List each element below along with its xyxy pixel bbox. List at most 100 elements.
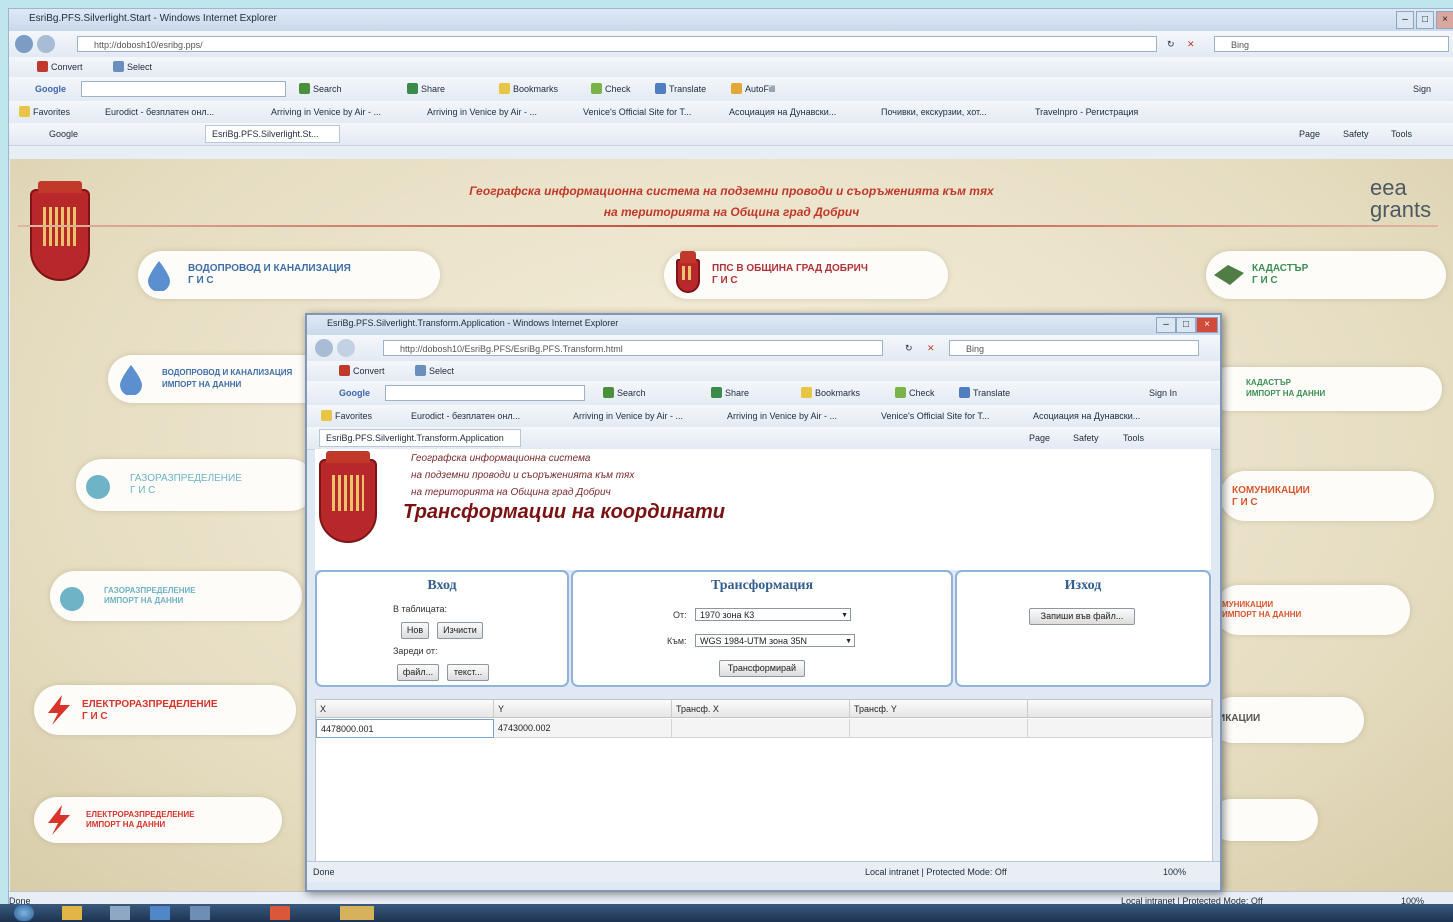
refresh-icon[interactable]: ↻ — [1167, 37, 1175, 51]
explorer-taskbar-icon[interactable] — [62, 906, 82, 920]
taskbar-app-icon[interactable] — [190, 906, 210, 920]
cmd-safety[interactable]: Safety — [1073, 431, 1099, 445]
toolbar-check[interactable]: Check — [895, 386, 935, 400]
table-cell-y[interactable]: 4743000.002 — [494, 719, 672, 738]
cmd-tools[interactable]: Tools — [1391, 127, 1412, 141]
taskbar-app-icon[interactable] — [110, 906, 130, 920]
outer-address-input[interactable]: http://dobosh10/esribg.pps/ — [77, 36, 1157, 52]
tile-comms-3[interactable]: ИКАЦИИ — [1210, 697, 1364, 743]
column-header-ty[interactable]: Трансф. Y — [850, 700, 1028, 718]
favorite-link[interactable]: Venice's Official Site for T... — [881, 409, 989, 423]
forward-icon[interactable] — [37, 35, 55, 53]
toolbar-bookmarks[interactable]: Bookmarks — [801, 386, 860, 400]
tile-gas-gis[interactable]: ГАЗОРАЗПРЕДЕЛЕНИЕ Г И С — [76, 459, 316, 511]
toolbar-search[interactable]: Search — [299, 82, 342, 96]
tab-active[interactable]: EsriBg.PFS.Silverlight.Transform.Applica… — [319, 429, 521, 447]
toolbar-autofill[interactable]: AutoFill — [731, 82, 775, 96]
clear-button[interactable]: Изчисти — [437, 622, 483, 639]
favorite-link[interactable]: Arriving in Venice by Air - ... — [573, 409, 683, 423]
table-cell-x[interactable]: 4478000.001 — [316, 719, 494, 738]
table-cell-ty[interactable] — [850, 719, 1028, 738]
sign-in-link[interactable]: Sign — [1413, 82, 1431, 96]
start-button-icon[interactable] — [14, 905, 34, 921]
close-button[interactable]: × — [1436, 11, 1453, 29]
tile-water-import[interactable]: ВОДОПРОВОД И КАНАЛИЗАЦИЯ ИМПОРТ НА ДАННИ — [108, 355, 328, 403]
cmd-safety[interactable]: Safety — [1343, 127, 1369, 141]
to-select[interactable]: WGS 1984-UTM зона 35N ▼ — [695, 634, 855, 647]
favorite-link[interactable]: Eurodict - безплатен онл... — [105, 105, 214, 119]
transform-button[interactable]: Трансформирай — [719, 660, 805, 677]
refresh-icon[interactable]: ↻ — [905, 341, 913, 355]
favorite-link[interactable]: Arriving in Venice by Air - ... — [727, 409, 837, 423]
favorite-link[interactable]: Eurodict - безплатен онл... — [411, 409, 520, 423]
toolbar-share[interactable]: Share — [711, 386, 749, 400]
sign-in-link[interactable]: Sign In — [1149, 386, 1177, 400]
toolbar-bookmarks[interactable]: Bookmarks — [499, 82, 558, 96]
toolbar-check[interactable]: Check — [591, 82, 631, 96]
forward-icon[interactable] — [337, 339, 355, 357]
tab-google[interactable]: Google — [49, 127, 78, 141]
maximize-button[interactable]: □ — [1416, 11, 1434, 29]
cmd-page[interactable]: Page — [1299, 127, 1320, 141]
convert-button[interactable]: Convert — [339, 364, 385, 378]
maximize-button[interactable]: □ — [1176, 317, 1196, 333]
stop-icon[interactable]: ✕ — [1187, 37, 1195, 51]
tile-electric-import[interactable]: ЕЛЕКТРОРАЗПРЕДЕЛЕНИЕ ИМПОРТ НА ДАННИ — [34, 797, 282, 843]
stop-icon[interactable]: ✕ — [927, 341, 935, 355]
tile-water-gis[interactable]: ВОДОПРОВОД И КАНАЛИЗАЦИЯ Г И С — [138, 251, 440, 299]
cmd-page[interactable]: Page — [1029, 431, 1050, 445]
tile-comms-gis[interactable]: КОМУНИКАЦИИ Г И С — [1220, 471, 1434, 521]
load-text-button[interactable]: текст... — [447, 664, 489, 681]
google-search-input[interactable] — [385, 385, 585, 401]
back-icon[interactable] — [315, 339, 333, 357]
back-icon[interactable] — [15, 35, 33, 53]
favorite-link[interactable]: Arriving in Venice by Air - ... — [271, 105, 381, 119]
tile-comms-import[interactable]: МУНИКАЦИИ ИМПОРТ НА ДАННИ — [1214, 585, 1410, 635]
tile-pps-gis[interactable]: ППС В ОБЩИНА ГРАД ДОБРИЧ Г И С — [664, 251, 948, 299]
inner-address-input[interactable]: http://dobosh10/EsriBg.PFS/EsriBg.PFS.Tr… — [383, 340, 883, 356]
new-button[interactable]: Нов — [401, 622, 429, 639]
tile-cadastre-import[interactable]: КАДАСТЪР ИМПОРТ НА ДАННИ — [1206, 367, 1442, 411]
write-to-file-button[interactable]: Запиши във файл... — [1029, 608, 1135, 625]
load-file-button[interactable]: файл... — [397, 664, 439, 681]
column-header-x[interactable]: X — [316, 700, 494, 718]
select-button[interactable]: Select — [113, 60, 152, 74]
favorites-button[interactable]: Favorites — [19, 105, 70, 119]
tile-empty[interactable] — [1210, 799, 1318, 841]
favorite-link[interactable]: Асоциация на Дунавски... — [1033, 409, 1140, 423]
tab-active[interactable]: EsriBg.PFS.Silverlight.St... — [205, 125, 340, 143]
taskbar-app-icon[interactable] — [340, 906, 374, 920]
google-search-input[interactable] — [81, 81, 286, 97]
close-button[interactable]: × — [1196, 317, 1218, 333]
favorites-button[interactable]: Favorites — [321, 409, 372, 423]
tile-gas-import[interactable]: ГАЗОРАЗПРЕДЕЛЕНИЕ ИМПОРТ НА ДАННИ — [50, 571, 302, 621]
tile-cadastre-gis[interactable]: КАДАСТЪР Г И С — [1206, 251, 1446, 299]
from-select[interactable]: 1970 зона К3 ▼ — [695, 608, 851, 621]
favorite-link[interactable]: Почивки, екскурзии, хот... — [881, 105, 987, 119]
inner-search-input[interactable]: Bing — [949, 340, 1199, 356]
to-label: Към: — [667, 636, 687, 646]
favorite-link[interactable]: Travelnpro - Регистрация — [1035, 105, 1138, 119]
tile-electric-gis[interactable]: ЕЛЕКТРОРАЗПРЕДЕЛЕНИЕ Г И С — [34, 685, 296, 735]
toolbar-translate[interactable]: Translate — [959, 386, 1010, 400]
input-panel-title: Вход — [427, 578, 457, 593]
minimize-button[interactable]: – — [1396, 11, 1414, 29]
tile-sub: Г И С — [130, 485, 156, 496]
cmd-tools[interactable]: Tools — [1123, 431, 1144, 445]
favorite-link[interactable]: Асоциация на Дунавски... — [729, 105, 836, 119]
table-cell-tx[interactable] — [672, 719, 850, 738]
favorite-link[interactable]: Venice's Official Site for T... — [583, 105, 691, 119]
select-button[interactable]: Select — [415, 364, 454, 378]
column-header-tx[interactable]: Трансф. X — [672, 700, 850, 718]
toolbar-translate[interactable]: Translate — [655, 82, 706, 96]
status-zoom[interactable]: 100% — [1163, 865, 1186, 879]
column-header-y[interactable]: Y — [494, 700, 672, 718]
ie-taskbar-icon[interactable] — [150, 906, 170, 920]
toolbar-search[interactable]: Search — [603, 386, 646, 400]
taskbar-app-icon[interactable] — [270, 906, 290, 920]
outer-search-input[interactable]: Bing — [1214, 36, 1449, 52]
minimize-button[interactable]: – — [1156, 317, 1176, 333]
favorite-link[interactable]: Arriving in Venice by Air - ... — [427, 105, 537, 119]
convert-button[interactable]: Convert — [37, 60, 83, 74]
toolbar-share[interactable]: Share — [407, 82, 445, 96]
